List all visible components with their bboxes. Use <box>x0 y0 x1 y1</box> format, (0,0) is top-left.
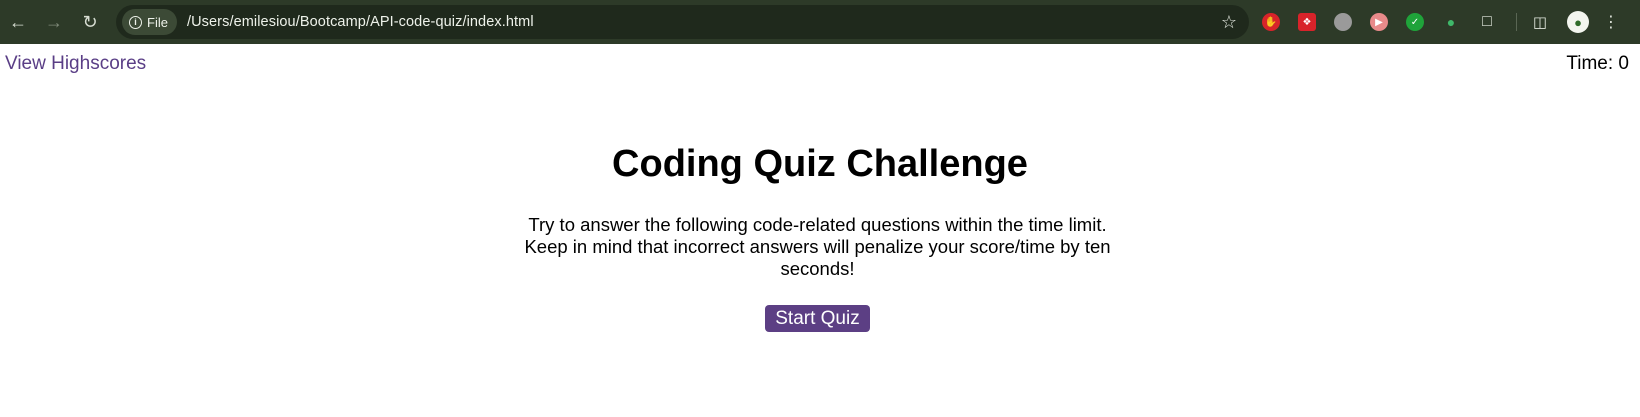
url-text[interactable]: /Users/emilesiou/Bootcamp/API-code-quiz/… <box>187 14 534 30</box>
start-quiz-button[interactable]: Start Quiz <box>765 305 870 332</box>
green-check-extension-icon[interactable]: ✓ <box>1406 13 1424 31</box>
gray-round-extension-icon[interactable] <box>1334 13 1352 31</box>
forward-arrow-icon[interactable]: → <box>36 4 72 40</box>
extensions-area: ✋ ❖ ▶ ✓ ● □ ◫ ● ⋮ <box>1262 8 1619 36</box>
address-bar[interactable]: i File /Users/emilesiou/Bootcamp/API-cod… <box>116 5 1249 39</box>
quiz-description: Try to answer the following code-related… <box>524 214 1111 279</box>
site-info-chip[interactable]: i File <box>122 9 177 35</box>
info-icon: i <box>129 15 142 29</box>
red-square-extension-icon[interactable]: ❖ <box>1298 13 1316 31</box>
profile-avatar[interactable]: ● <box>1567 11 1589 33</box>
side-panel-icon[interactable]: ◫ <box>1531 13 1549 31</box>
browser-toolbar: ← → ↻ i File /Users/emilesiou/Bootcamp/A… <box>0 0 1640 44</box>
pink-arrow-extension-icon[interactable]: ▶ <box>1370 13 1388 31</box>
bookmark-star-icon[interactable]: ☆ <box>1221 12 1237 33</box>
menu-kebab-icon[interactable]: ⋮ <box>1603 12 1619 32</box>
stop-hand-extension-icon[interactable]: ✋ <box>1262 13 1280 31</box>
timer-display: Time: 0 <box>1566 53 1629 74</box>
view-highscores-link[interactable]: View Highscores <box>5 53 146 75</box>
back-arrow-icon[interactable]: ← <box>0 4 36 40</box>
site-info-label: File <box>147 14 168 30</box>
reload-icon[interactable]: ↻ <box>72 4 108 40</box>
toolbar-divider <box>1516 13 1517 31</box>
page-title: Coding Quiz Challenge <box>612 143 1028 185</box>
puzzle-extensions-icon[interactable]: □ <box>1478 13 1496 31</box>
green-leaf-extension-icon[interactable]: ● <box>1442 13 1460 31</box>
